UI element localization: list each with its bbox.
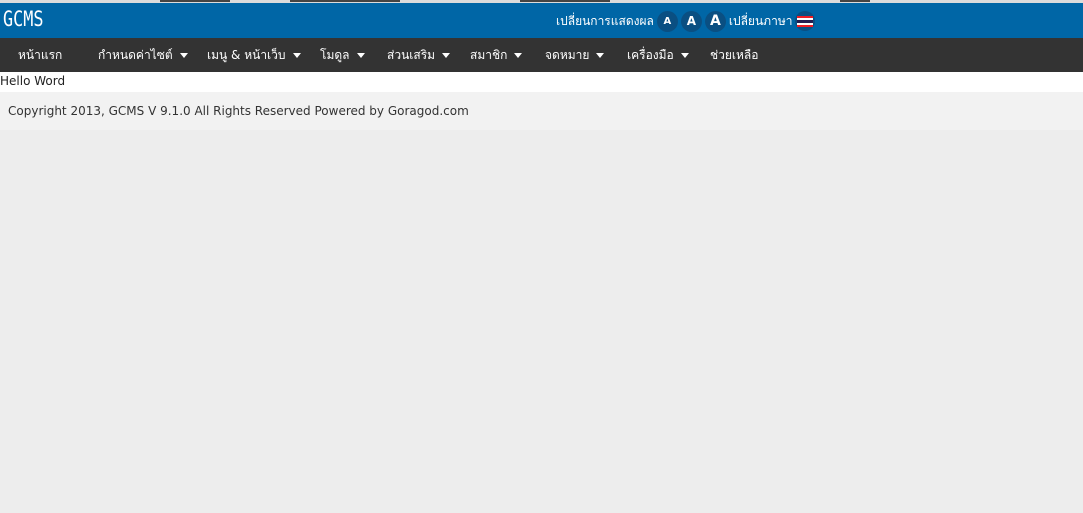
nav-item-help[interactable]: ช่วยเหลือ [710, 38, 759, 72]
nav-item-site-settings[interactable]: กำหนดค่าไซต์ [98, 38, 188, 72]
nav-item-label: กำหนดค่าไซต์ [98, 47, 173, 62]
font-size-small-button[interactable]: A [656, 10, 678, 32]
nav-item-members[interactable]: สมาชิก [470, 38, 523, 72]
nav-item-label: โมดูล [320, 47, 350, 62]
nav-item-label: เมนู & หน้าเว็บ [207, 47, 286, 62]
font-size-large-button[interactable]: A [704, 10, 726, 32]
caret-down-icon [680, 52, 689, 58]
nav-item-addons[interactable]: ส่วนเสริม [387, 38, 451, 72]
main-nav: หน้าแรก กำหนดค่าไซต์ เมนู & หน้าเว็บ โมด… [0, 38, 1083, 72]
caret-down-icon [356, 52, 365, 58]
nav-item-home[interactable]: หน้าแรก [18, 38, 62, 72]
nav-item-menu-pages[interactable]: เมนู & หน้าเว็บ [207, 38, 301, 72]
change-language-label: เปลี่ยนภาษา [728, 13, 793, 28]
nav-item-label: เครื่องมือ [627, 47, 674, 62]
thai-flag-icon[interactable] [795, 11, 816, 31]
caret-down-icon [292, 52, 301, 58]
caret-down-icon [596, 52, 605, 58]
site-header: GCMS เปลี่ยนการแสดงผล A A A เปลี่ยนภาษา [0, 3, 1083, 38]
nav-item-label: หน้าแรก [18, 47, 63, 62]
header-tools: เปลี่ยนการแสดงผล A A A เปลี่ยนภาษา [556, 10, 816, 32]
nav-item-mail[interactable]: จดหมาย [545, 38, 605, 72]
nav-item-label: ช่วยเหลือ [710, 47, 759, 62]
nav-item-tools[interactable]: เครื่องมือ [627, 38, 689, 72]
nav-item-label: จดหมาย [545, 47, 590, 62]
content-text: Hello Word [0, 74, 66, 88]
caret-down-icon [179, 52, 188, 58]
nav-item-modules[interactable]: โมดูล [320, 38, 365, 72]
caret-down-icon [442, 52, 451, 58]
copyright-text: Copyright 2013, GCMS V 9.1.0 All Rights … [8, 104, 469, 118]
main-content: Hello Word [0, 72, 1083, 92]
change-display-label: เปลี่ยนการแสดงผล [556, 13, 654, 28]
font-size-medium-button[interactable]: A [680, 10, 702, 32]
site-logo[interactable]: GCMS [3, 7, 43, 31]
nav-item-label: สมาชิก [470, 47, 508, 62]
nav-item-label: ส่วนเสริม [387, 47, 436, 62]
caret-down-icon [514, 52, 523, 58]
site-footer: Copyright 2013, GCMS V 9.1.0 All Rights … [0, 92, 1083, 130]
